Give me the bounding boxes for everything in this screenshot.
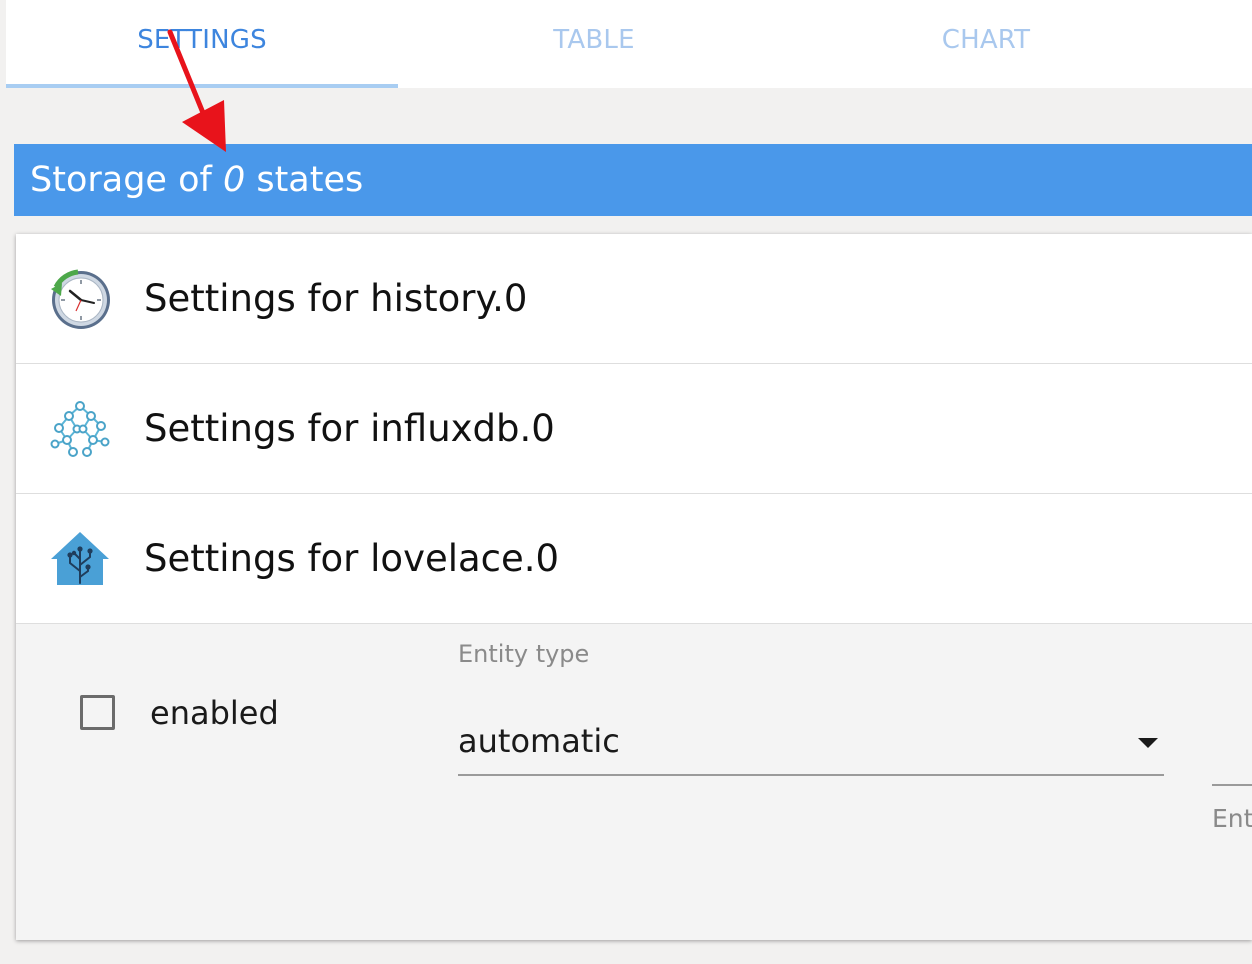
lovelace-house-icon xyxy=(16,495,144,623)
second-field-underline xyxy=(1212,784,1252,786)
adapter-row-influxdb[interactable]: Settings for influxdb.0 xyxy=(16,364,1252,494)
tab-chart-label: CHART xyxy=(941,25,1031,55)
second-field-label: Enti xyxy=(1212,804,1252,833)
influxdb-network-icon xyxy=(16,365,144,493)
entity-type-label: Entity type xyxy=(458,640,590,668)
enabled-checkbox[interactable] xyxy=(80,695,115,730)
active-tab-indicator xyxy=(6,84,398,88)
adapter-label-influxdb: Settings for influxdb.0 xyxy=(144,407,555,450)
storage-header: Storage of 0 states xyxy=(14,144,1252,216)
enabled-label: enabled xyxy=(150,694,279,732)
tab-table-label: TABLE xyxy=(553,25,635,55)
storage-count: 0 xyxy=(222,160,246,200)
lovelace-settings-detail: enabled Entity type automatic Enti xyxy=(16,624,1252,940)
adapter-row-lovelace[interactable]: Settings for lovelace.0 xyxy=(16,494,1252,624)
tab-chart[interactable]: CHART xyxy=(790,0,1182,88)
tab-settings-label: SETTINGS xyxy=(137,25,267,55)
adapter-row-history[interactable]: Settings for history.0 xyxy=(16,234,1252,364)
tab-settings[interactable]: SETTINGS xyxy=(6,0,398,88)
adapter-panel: Settings for history.0 Settings for infl… xyxy=(16,234,1252,940)
adapter-label-history: Settings for history.0 xyxy=(144,277,528,320)
storage-suffix: states xyxy=(245,160,364,200)
history-clock-icon xyxy=(16,235,144,363)
adapter-label-lovelace: Settings for lovelace.0 xyxy=(144,537,560,580)
storage-prefix: Storage of xyxy=(30,160,223,200)
dropdown-caret-icon xyxy=(1138,738,1158,748)
tab-table[interactable]: TABLE xyxy=(398,0,790,88)
tab-bar: SETTINGS TABLE CHART xyxy=(6,0,1252,88)
entity-type-value: automatic xyxy=(458,722,620,760)
entity-type-select[interactable]: automatic xyxy=(458,714,1164,776)
